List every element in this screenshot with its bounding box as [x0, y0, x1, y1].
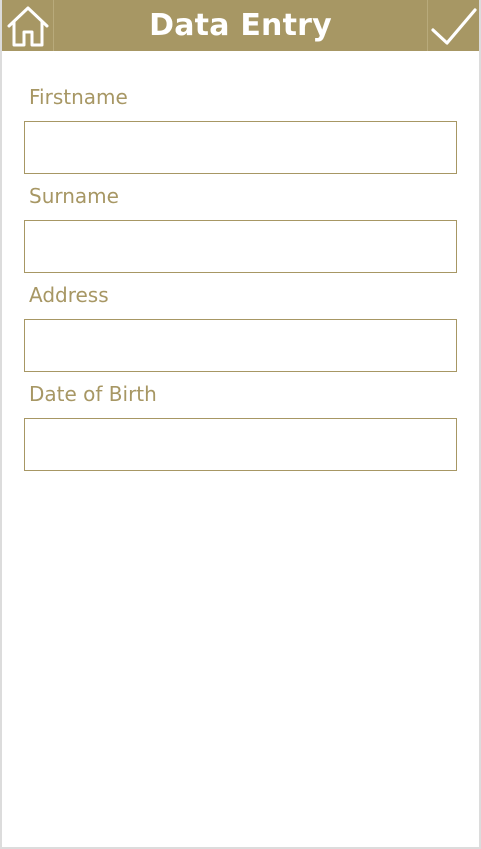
firstname-field-group: Firstname — [24, 84, 459, 174]
page-title: Data Entry — [149, 8, 332, 43]
confirm-button[interactable] — [427, 0, 479, 51]
header-bar: Data Entry — [2, 0, 479, 51]
home-button[interactable] — [2, 0, 54, 51]
address-label: Address — [29, 283, 109, 307]
surname-label: Surname — [29, 184, 119, 208]
address-input[interactable] — [24, 319, 457, 372]
data-entry-form: Firstname Surname Address Date of Birth — [24, 84, 459, 480]
home-icon — [7, 6, 48, 46]
date-of-birth-field-group: Date of Birth — [24, 381, 459, 471]
surname-input[interactable] — [24, 220, 457, 273]
surname-field-group: Surname — [24, 183, 459, 273]
date-of-birth-input[interactable] — [24, 418, 457, 471]
firstname-label: Firstname — [29, 85, 128, 109]
firstname-input[interactable] — [24, 121, 457, 174]
app-screen: Data Entry Firstname Surname Address Dat… — [0, 0, 481, 849]
date-of-birth-label: Date of Birth — [29, 382, 157, 406]
check-icon — [430, 7, 477, 45]
address-field-group: Address — [24, 282, 459, 372]
